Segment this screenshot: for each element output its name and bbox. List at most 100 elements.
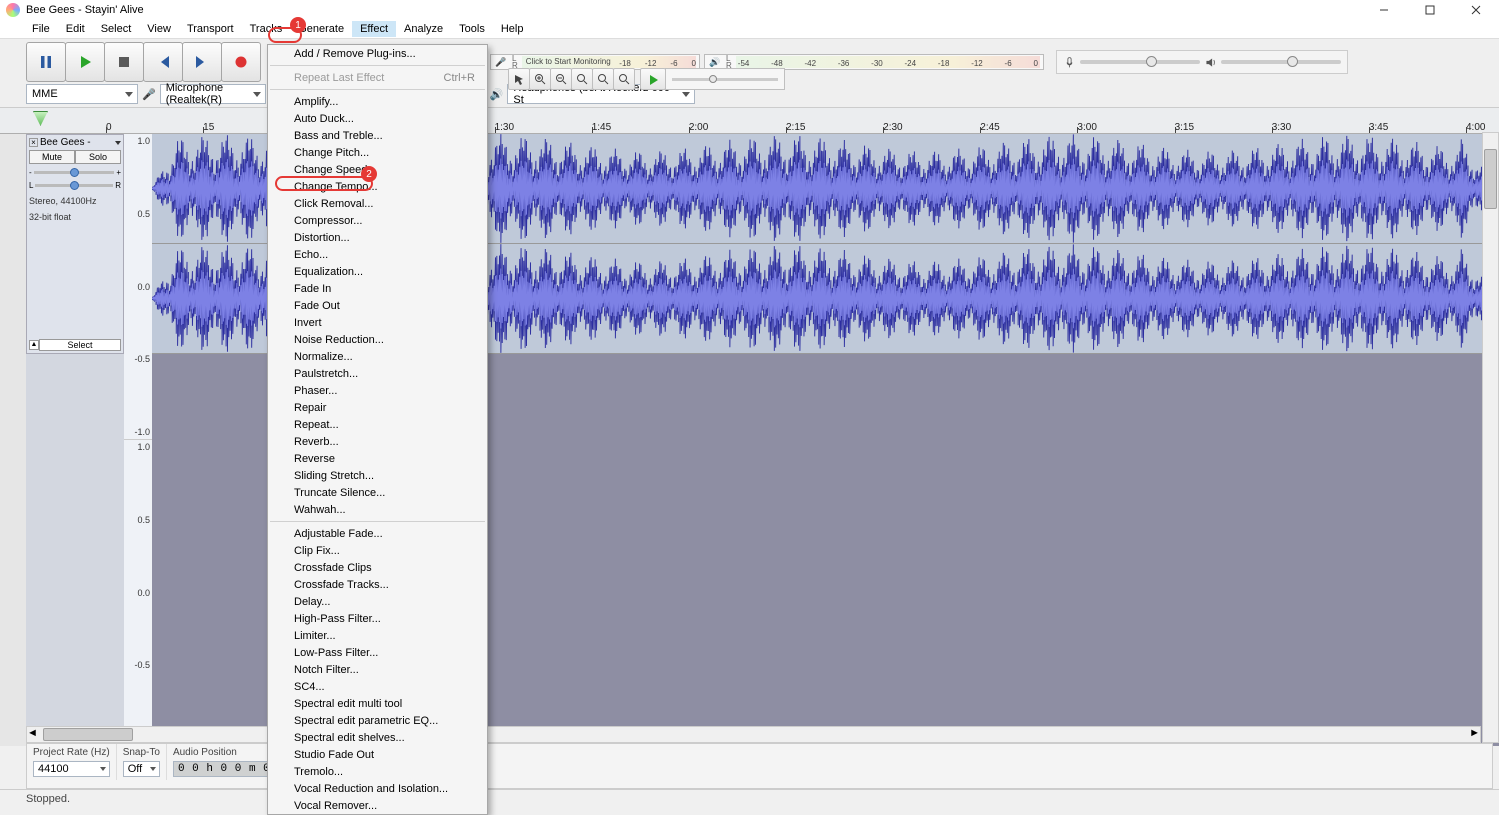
pan-slider[interactable]	[35, 184, 113, 187]
effect-sliding-stretch---[interactable]: Sliding Stretch...	[268, 467, 487, 484]
close-button[interactable]	[1453, 0, 1499, 20]
menu-transport[interactable]: Transport	[179, 21, 242, 37]
skip-end-button[interactable]	[182, 42, 222, 82]
effect-fade-in[interactable]: Fade In	[268, 280, 487, 297]
effect-repair[interactable]: Repair	[268, 399, 487, 416]
project-rate-select[interactable]: 44100	[33, 761, 110, 777]
effect-delay---[interactable]: Delay...	[268, 593, 487, 610]
effect-sc----[interactable]: SC4...	[268, 678, 487, 695]
effect-change-pitch---[interactable]: Change Pitch...	[268, 144, 487, 161]
effect-studio-fade-out[interactable]: Studio Fade Out	[268, 746, 487, 763]
effect-reverse[interactable]: Reverse	[268, 450, 487, 467]
effect-reverb---[interactable]: Reverb...	[268, 433, 487, 450]
effect-compressor---[interactable]: Compressor...	[268, 212, 487, 229]
menu-generate[interactable]: Generate	[290, 21, 352, 37]
menu-tracks[interactable]: Tracks	[242, 21, 291, 37]
menu-effect[interactable]: Effect	[352, 21, 396, 37]
effect-truncate-silence---[interactable]: Truncate Silence...	[268, 484, 487, 501]
track-select-button[interactable]: Select	[39, 339, 121, 351]
zoom-fit-button[interactable]	[592, 68, 614, 90]
skip-start-button[interactable]	[143, 42, 183, 82]
effect-fade-out[interactable]: Fade Out	[268, 297, 487, 314]
zoom-fit-sel-button[interactable]	[571, 68, 593, 90]
effect-normalize---[interactable]: Normalize...	[268, 348, 487, 365]
snap-to-select[interactable]: Off	[123, 761, 160, 777]
effect-paulstretch---[interactable]: Paulstretch...	[268, 365, 487, 382]
solo-button[interactable]: Solo	[75, 150, 121, 164]
cursor-tool-icon[interactable]	[508, 68, 530, 90]
effect-adjustable-fade---[interactable]: Adjustable Fade...	[268, 525, 487, 542]
effect-vocal-reduction-and-isolation---[interactable]: Vocal Reduction and Isolation...	[268, 780, 487, 797]
effect-repeat---[interactable]: Repeat...	[268, 416, 487, 433]
effect-menu-dropdown: Add / Remove Plug-ins... Repeat Last Effe…	[267, 44, 488, 815]
pause-button[interactable]	[26, 42, 66, 82]
audio-host-select[interactable]: MME	[26, 84, 138, 104]
minimize-button[interactable]	[1361, 0, 1407, 20]
mic-icon: 🎤	[494, 57, 508, 68]
meter-lr-label: LR	[512, 55, 518, 69]
effect-equalization---[interactable]: Equalization...	[268, 263, 487, 280]
vertical-scrollbar[interactable]	[1482, 132, 1499, 743]
menu-analyze[interactable]: Analyze	[396, 21, 451, 37]
mute-button[interactable]: Mute	[29, 150, 75, 164]
menu-edit[interactable]: Edit	[58, 21, 93, 37]
menu-select[interactable]: Select	[93, 21, 140, 37]
menu-view[interactable]: View	[139, 21, 179, 37]
track-menu-dropdown-icon[interactable]	[115, 141, 121, 145]
effect-change-tempo---[interactable]: Change Tempo...	[268, 178, 487, 195]
zoom-toggle-button[interactable]	[613, 68, 635, 90]
track-close-button[interactable]: ×	[29, 138, 38, 147]
effect-crossfade-tracks---[interactable]: Crossfade Tracks...	[268, 576, 487, 593]
app-logo-icon	[6, 3, 20, 17]
effect-repeat-last-effect: Repeat Last EffectCtrl+R	[268, 69, 487, 86]
effect-low-pass-filter---[interactable]: Low-Pass Filter...	[268, 644, 487, 661]
timeline-tick: 3:15	[1175, 122, 1194, 133]
effect-spectral-edit-shelves---[interactable]: Spectral edit shelves...	[268, 729, 487, 746]
timeline-tick: 2:30	[883, 122, 902, 133]
horizontal-scrollbar[interactable]: ◄ ►	[26, 726, 1481, 743]
zoom-in-button[interactable]	[529, 68, 551, 90]
effect-invert[interactable]: Invert	[268, 314, 487, 331]
effect-spectral-edit-multi-tool[interactable]: Spectral edit multi tool	[268, 695, 487, 712]
zoom-out-button[interactable]	[550, 68, 572, 90]
effect-amplify---[interactable]: Amplify...	[268, 93, 487, 110]
effect-wahwah---[interactable]: Wahwah...	[268, 501, 487, 518]
timeline-tick: 3:00	[1077, 122, 1096, 133]
effect-phaser---[interactable]: Phaser...	[268, 382, 487, 399]
effect-clip-fix---[interactable]: Clip Fix...	[268, 542, 487, 559]
effect-notch-filter---[interactable]: Notch Filter...	[268, 661, 487, 678]
timeline-tick: 1:45	[592, 122, 611, 133]
gain-slider[interactable]	[34, 171, 115, 174]
effect-crossfade-clips[interactable]: Crossfade Clips	[268, 559, 487, 576]
timeline-tick: 3:30	[1272, 122, 1291, 133]
recording-volume-slider[interactable]	[1056, 50, 1348, 74]
effect-high-pass-filter---[interactable]: High-Pass Filter...	[268, 610, 487, 627]
playhead-pin-icon[interactable]	[33, 111, 48, 126]
effect-auto-duck---[interactable]: Auto Duck...	[268, 110, 487, 127]
play-at-speed-button[interactable]	[640, 68, 666, 90]
menu-file[interactable]: File	[24, 21, 58, 37]
effect-click-removal---[interactable]: Click Removal...	[268, 195, 487, 212]
effect-spectral-edit-parametric-eq---[interactable]: Spectral edit parametric EQ...	[268, 712, 487, 729]
timeline-ruler[interactable]: 0151:151:301:452:002:152:302:453:003:153…	[0, 108, 1499, 134]
effect-echo---[interactable]: Echo...	[268, 246, 487, 263]
maximize-button[interactable]	[1407, 0, 1453, 20]
stop-button[interactable]	[104, 42, 144, 82]
input-device-select[interactable]: Microphone (Realtek(R)	[160, 84, 266, 104]
effect-limiter---[interactable]: Limiter...	[268, 627, 487, 644]
effect-noise-reduction---[interactable]: Noise Reduction...	[268, 331, 487, 348]
menu-tools[interactable]: Tools	[451, 21, 493, 37]
effect-tremolo---[interactable]: Tremolo...	[268, 763, 487, 780]
menubar: FileEditSelectViewTransportTracksGenerat…	[0, 20, 1499, 38]
effect-change-speed---[interactable]: Change Speed...	[268, 161, 487, 178]
track-control-panel[interactable]: × Bee Gees - Mute Solo -+ LR Stereo, 441…	[26, 134, 124, 354]
effect-bass-and-treble---[interactable]: Bass and Treble...	[268, 127, 487, 144]
play-button[interactable]	[65, 42, 105, 82]
effect-distortion---[interactable]: Distortion...	[268, 229, 487, 246]
menu-help[interactable]: Help	[493, 21, 532, 37]
record-button[interactable]	[221, 42, 261, 82]
track-collapse-up-icon[interactable]: ▲	[29, 340, 39, 350]
effect-add---remove-plug-ins---[interactable]: Add / Remove Plug-ins...	[268, 45, 487, 62]
effect-vocal-remover---[interactable]: Vocal Remover...	[268, 797, 487, 814]
tracks-area: × Bee Gees - Mute Solo -+ LR Stereo, 441…	[0, 134, 1499, 746]
